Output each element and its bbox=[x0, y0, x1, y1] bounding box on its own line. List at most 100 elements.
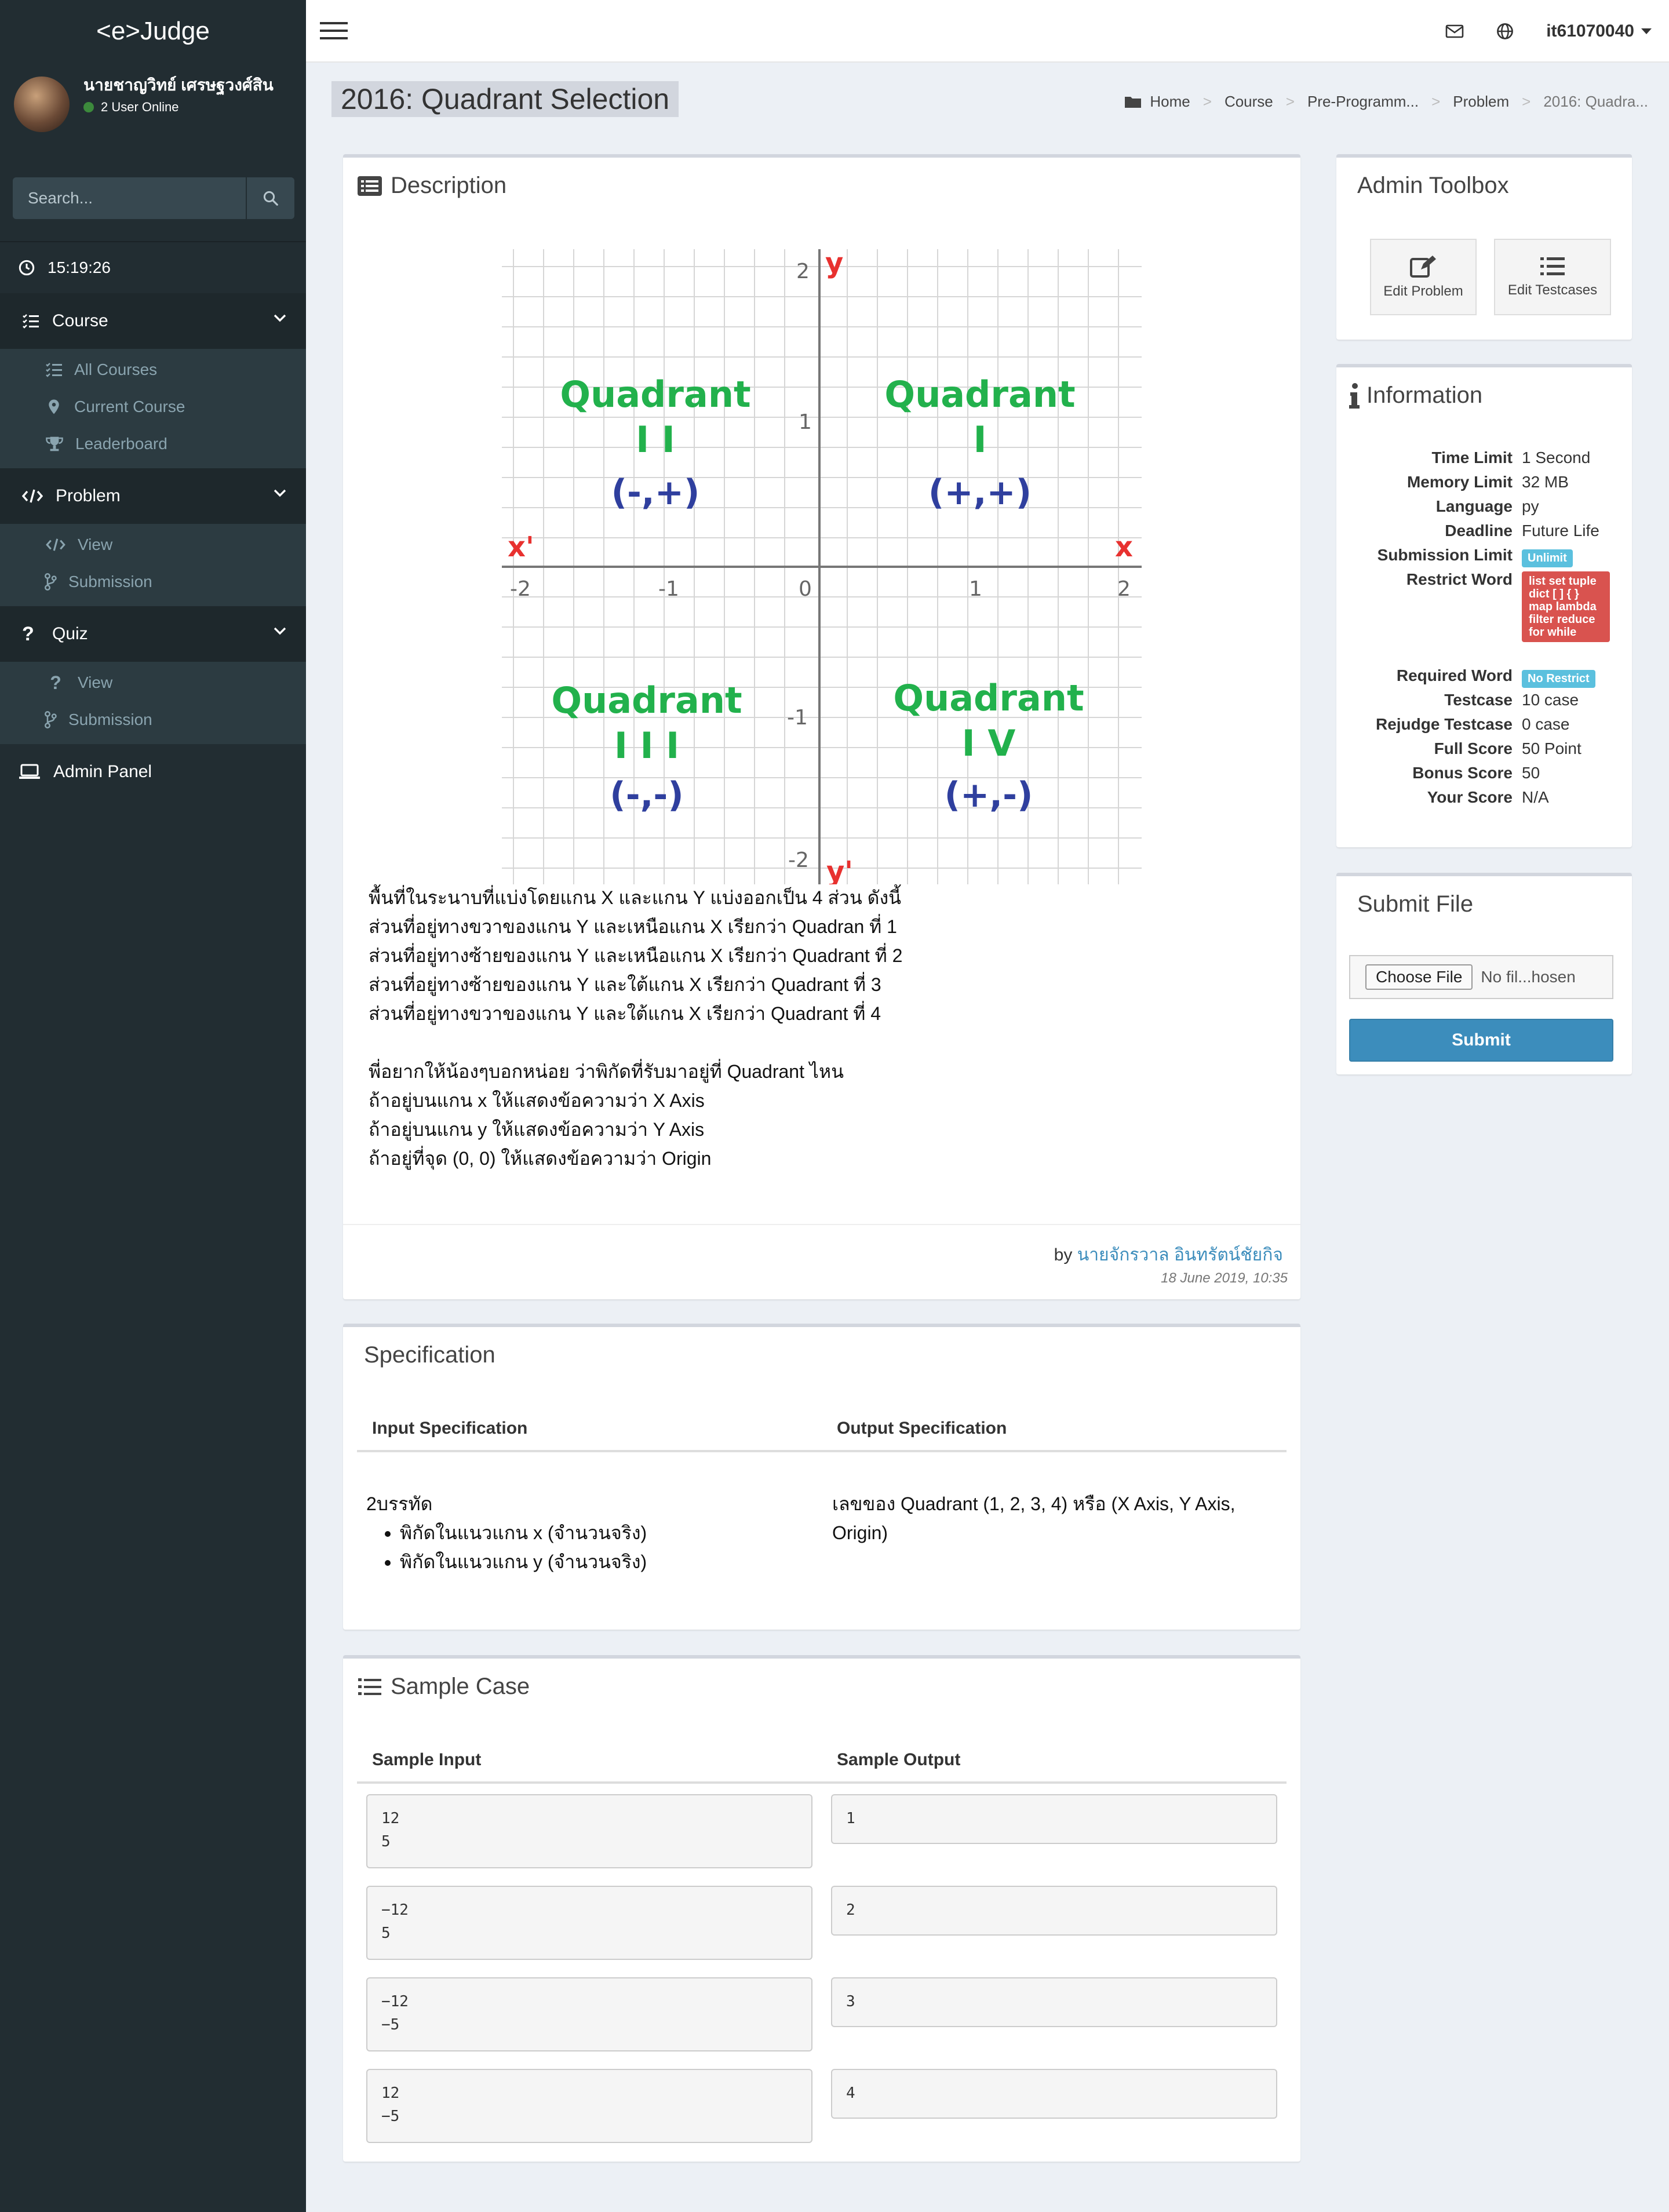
y-axis-name: y bbox=[825, 249, 843, 279]
sidebar-menu: Course All Courses Current Course Leader… bbox=[0, 293, 306, 800]
username: it61070040 bbox=[1546, 21, 1634, 41]
sample-output[interactable]: 1 bbox=[831, 1794, 1277, 1844]
sidebar-item-label: View bbox=[78, 673, 113, 691]
breadcrumb-course[interactable]: Course bbox=[1225, 93, 1273, 111]
sidebar-item-label: Submission bbox=[68, 710, 152, 728]
online-status: 2 User Online bbox=[83, 100, 292, 115]
sidebar-item-problem-view[interactable]: View bbox=[0, 526, 306, 563]
input-spec-item: พิกัดในแนวแกน y (จำนวนจริง) bbox=[400, 1547, 647, 1576]
y-tick-label: -1 bbox=[787, 706, 808, 730]
description-line: ถ้าอยู่บนแกน x ให้แสดงข้อความว่า X Axis bbox=[369, 1090, 705, 1111]
sidebar-item-all-courses[interactable]: All Courses bbox=[0, 351, 306, 388]
information-heading: Information bbox=[1349, 382, 1482, 409]
search-icon bbox=[263, 191, 278, 206]
file-input[interactable]: Choose File No fil...hosen bbox=[1349, 955, 1613, 999]
sample-input[interactable]: 12 −5 bbox=[366, 2069, 812, 2143]
posted-date: 18 June 2019, 10:35 bbox=[1161, 1270, 1288, 1286]
hamburger-icon bbox=[320, 22, 348, 39]
server-clock: 15:19:26 bbox=[0, 241, 306, 294]
x-axis-name: x bbox=[1115, 531, 1133, 563]
avatar bbox=[14, 76, 70, 132]
sidebar: <e>Judge นายชาญวิทย์ เศรษฐวงศ์สิน 2 User… bbox=[0, 0, 306, 2212]
description-line: ส่วนที่อยู่ทางซ้ายของแกน Y และใต้แกน X เ… bbox=[369, 974, 881, 995]
sidebar-item-label: Submission bbox=[68, 573, 152, 591]
sample-input[interactable]: −12 5 bbox=[366, 1886, 812, 1960]
chevron-down-icon bbox=[274, 489, 286, 497]
info-bonus-score: Bonus Score 50 bbox=[1336, 764, 1626, 788]
quadrant-2-number: I I bbox=[636, 418, 675, 461]
sidebar-item-current-course[interactable]: Current Course bbox=[0, 388, 306, 425]
breadcrumb: Home > Course > Pre-Programm... > Proble… bbox=[1124, 93, 1648, 111]
online-count: 2 User Online bbox=[101, 100, 179, 114]
sidebar-item-label: Current Course bbox=[74, 398, 185, 416]
breadcrumb-home[interactable]: Home bbox=[1150, 93, 1190, 111]
messages-button[interactable] bbox=[1445, 24, 1464, 38]
footer-divider bbox=[343, 1224, 1300, 1225]
page-title: 2016: Quadrant Selection bbox=[331, 81, 679, 117]
x-tick-label: -1 bbox=[658, 577, 679, 601]
sample-input[interactable]: 12 5 bbox=[366, 1794, 812, 1868]
info-label: Bonus Score bbox=[1412, 764, 1513, 782]
info-testcase: Testcase 10 case bbox=[1336, 691, 1626, 715]
clock-time: 15:19:26 bbox=[48, 258, 111, 276]
submission-limit-badge: Unlimit bbox=[1522, 549, 1573, 567]
sidebar-item-problem[interactable]: Problem bbox=[0, 468, 306, 524]
submit-button[interactable]: Submit bbox=[1349, 1019, 1613, 1062]
y-tick-label: 0 bbox=[799, 577, 812, 601]
sidebar-item-admin-label: Admin Panel bbox=[53, 762, 152, 781]
search-button[interactable] bbox=[246, 177, 294, 219]
sample-input[interactable]: −12 −5 bbox=[366, 1977, 812, 2051]
top-navbar: it61070040 bbox=[306, 0, 1669, 63]
breadcrumb-separator: > bbox=[1431, 93, 1441, 110]
quadrant-1-title: Quadrant bbox=[884, 373, 1075, 416]
sidebar-item-course[interactable]: Course bbox=[0, 293, 306, 349]
sidebar-item-quiz-view[interactable]: ? View bbox=[0, 664, 306, 701]
problem-submenu: View Submission bbox=[0, 524, 306, 606]
choose-file-button[interactable]: Choose File bbox=[1365, 964, 1473, 990]
edit-testcases-button[interactable]: Edit Testcases bbox=[1494, 239, 1611, 315]
sidebar-item-leaderboard[interactable]: Leaderboard bbox=[0, 425, 306, 462]
sample-output[interactable]: 4 bbox=[831, 2069, 1277, 2119]
sidebar-toggle-button[interactable] bbox=[320, 21, 348, 43]
quadrant-diagram: 2 1 0 -1 -2 -2 -1 1 2 y y' x' x Quadrant… bbox=[502, 249, 1142, 884]
sidebar-item-quiz-submission[interactable]: Submission bbox=[0, 701, 306, 738]
sidebar-item-label: View bbox=[78, 535, 113, 553]
quadrant-3-number: I I I bbox=[614, 724, 679, 767]
edit-problem-button[interactable]: Edit Problem bbox=[1370, 239, 1477, 315]
sample-output[interactable]: 3 bbox=[831, 1977, 1277, 2027]
quadrant-1-number: I bbox=[973, 418, 986, 461]
sidebar-item-quiz[interactable]: ? Quiz bbox=[0, 606, 306, 662]
breadcrumb-problem[interactable]: Problem bbox=[1453, 93, 1509, 111]
info-restrict-word: Restrict Word list set tuple dict [ ] { … bbox=[1336, 570, 1626, 669]
sample-output[interactable]: 2 bbox=[831, 1886, 1277, 1936]
description-line: ส่วนที่อยู่ทางซ้ายของแกน Y และเหนือแกน X… bbox=[369, 945, 903, 966]
caret-down-icon bbox=[1641, 28, 1652, 34]
info-label: Required Word bbox=[1396, 666, 1513, 684]
sidebar-item-admin-panel[interactable]: Admin Panel bbox=[0, 744, 306, 800]
search-input[interactable]: Search... bbox=[13, 177, 246, 219]
info-value: 32 MB bbox=[1522, 473, 1569, 491]
author-link[interactable]: นายจักรวาล อินทรัตน์ชัยกิจ bbox=[1077, 1245, 1283, 1264]
quadrant-3-signs: (-,-) bbox=[610, 775, 683, 815]
specification-title: Specification bbox=[364, 1342, 495, 1368]
code-branch-icon bbox=[45, 711, 57, 728]
info-submission-limit: Submission Limit Unlimit bbox=[1336, 546, 1626, 570]
breadcrumb-course-name[interactable]: Pre-Programm... bbox=[1307, 93, 1419, 111]
app-logo[interactable]: <e>Judge bbox=[0, 0, 306, 63]
list-ol-icon bbox=[358, 1678, 381, 1695]
folder-icon bbox=[1125, 96, 1142, 108]
trophy-icon bbox=[46, 436, 63, 451]
breadcrumb-current: 2016: Quadra... bbox=[1543, 93, 1648, 110]
course-submenu: All Courses Current Course Leaderboard bbox=[0, 349, 306, 468]
user-menu-button[interactable]: it61070040 bbox=[1546, 21, 1652, 41]
info-label: Restrict Word bbox=[1406, 570, 1513, 588]
info-required-word: Required Word No Restrict bbox=[1336, 666, 1626, 691]
description-line: พี่อยากให้น้องๆบอกหน่อย ว่าพิกัดที่รับมา… bbox=[369, 1061, 844, 1082]
info-value: 0 case bbox=[1522, 715, 1570, 733]
quiz-submenu: ? View Submission bbox=[0, 662, 306, 744]
sample-header-divider bbox=[357, 1781, 1287, 1784]
description-heading: Description bbox=[357, 173, 506, 199]
language-button[interactable] bbox=[1496, 23, 1514, 40]
sidebar-item-label: All Courses bbox=[74, 360, 158, 378]
sidebar-item-problem-submission[interactable]: Submission bbox=[0, 563, 306, 600]
